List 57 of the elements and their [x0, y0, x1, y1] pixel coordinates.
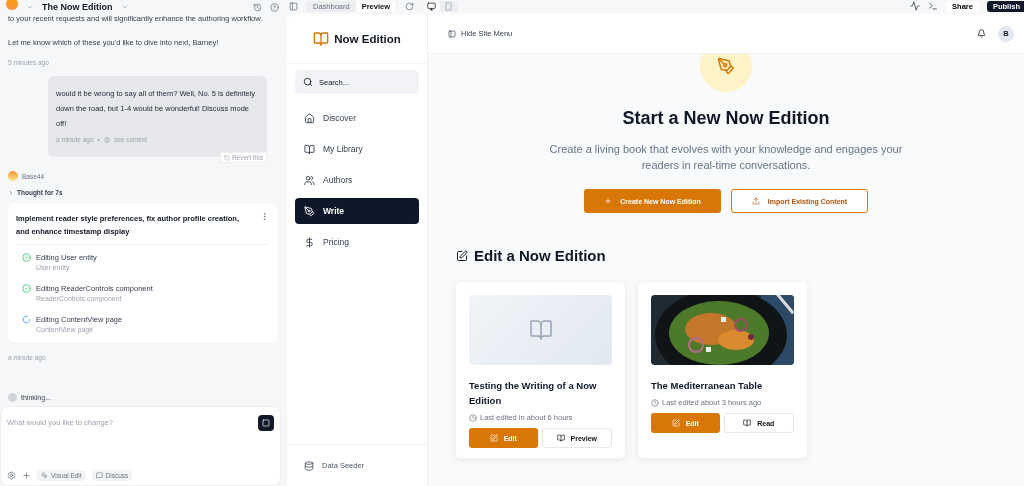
avatar — [8, 171, 18, 181]
users-icon — [304, 174, 315, 186]
nav-item[interactable]: Write — [295, 198, 419, 224]
sidebar-icon[interactable] — [289, 1, 298, 11]
nav-item[interactable]: Discover — [295, 105, 419, 131]
logo-icon — [6, 0, 18, 10]
stop-button[interactable] — [258, 415, 274, 431]
pen-icon — [304, 205, 315, 217]
edit-icon — [671, 419, 680, 427]
settings-icon[interactable] — [7, 471, 16, 480]
clock-icon — [469, 413, 477, 422]
brand-name: Now Edition — [334, 32, 401, 45]
more-icon[interactable] — [260, 212, 269, 221]
monitor-icon — [427, 1, 437, 11]
sidebar-icon — [448, 29, 456, 38]
activity-icon[interactable] — [910, 1, 921, 11]
chevron-down-icon[interactable] — [120, 3, 129, 11]
pen-icon — [717, 57, 735, 75]
nav-item[interactable]: Pricing — [295, 229, 419, 255]
nav-item[interactable]: My Library — [295, 136, 419, 162]
home-icon — [304, 112, 315, 124]
chevron-right-icon — [8, 189, 14, 196]
chevron-down-icon[interactable] — [26, 3, 34, 11]
undo-icon — [223, 154, 230, 161]
book-icon — [304, 143, 315, 155]
terminal-icon[interactable] — [928, 1, 939, 11]
book-title: Testing the Writing of a Now Edition — [469, 379, 598, 408]
refresh-icon[interactable] — [405, 1, 415, 11]
pointer-icon — [41, 472, 48, 479]
history-icon[interactable] — [253, 2, 262, 12]
dollar-icon — [304, 236, 315, 248]
hero-title: Start a New Now Edition — [622, 108, 830, 129]
clock-icon — [651, 398, 659, 407]
hero-subtitle: Create a living book that evolves with your knowledge and engages your readers in real-time conversations. — [548, 142, 904, 173]
stop-icon — [262, 419, 270, 427]
edit-icon — [489, 434, 498, 442]
device-toggle[interactable] — [423, 0, 441, 12]
upload-icon — [751, 197, 760, 205]
plus-icon[interactable] — [22, 471, 31, 480]
book-icon — [313, 30, 330, 47]
message-icon — [95, 472, 103, 479]
edit-icon — [456, 249, 468, 262]
book-title: The Mediterranean Table — [651, 379, 764, 393]
help-icon[interactable] — [270, 2, 279, 12]
plus-icon — [604, 197, 613, 205]
project-title[interactable]: The Now Edition — [42, 2, 113, 12]
nav-item[interactable]: Authors — [295, 167, 419, 193]
phone-icon — [444, 1, 454, 11]
section-title: Edit a Now Edition — [474, 247, 606, 264]
status-icon — [8, 393, 17, 402]
database-icon — [304, 460, 314, 471]
book-icon — [743, 419, 752, 427]
search-icon — [303, 77, 313, 87]
book-icon — [528, 318, 553, 342]
document-icon — [103, 136, 110, 143]
book-icon — [556, 434, 565, 442]
bell-icon[interactable] — [977, 29, 986, 38]
